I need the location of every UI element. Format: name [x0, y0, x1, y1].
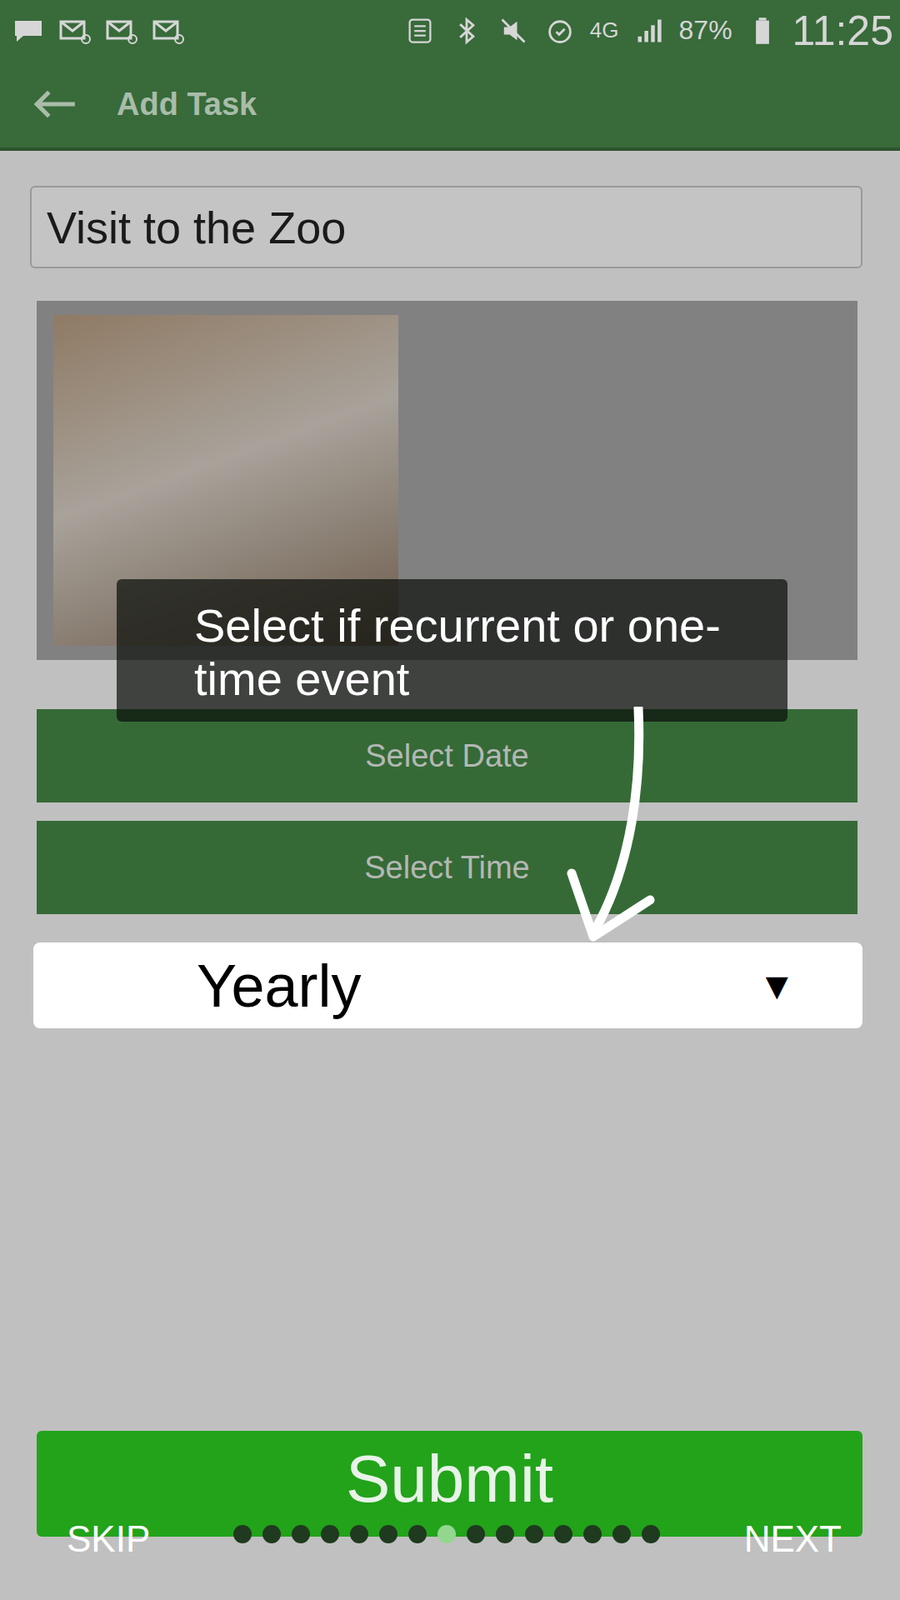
step-dot	[233, 1525, 252, 1544]
step-dot	[291, 1525, 310, 1544]
task-name-field[interactable]: Visit to the Zoo	[30, 185, 863, 269]
tour-navigation: SKIP NEXT	[0, 1510, 900, 1569]
submit-button[interactable]: Submit	[36, 1430, 863, 1537]
step-dot	[408, 1525, 427, 1544]
back-arrow-icon[interactable]	[30, 86, 79, 122]
mail-icon	[151, 15, 185, 46]
mute-icon	[496, 15, 530, 46]
step-dot	[583, 1525, 602, 1544]
repeat-value: Yearly	[196, 951, 361, 1020]
chat-icon	[11, 15, 45, 46]
battery-icon	[745, 15, 780, 46]
alarm-icon	[543, 15, 577, 46]
picker-button[interactable]: Select Date	[36, 709, 858, 803]
app-bar: Add Task	[0, 60, 900, 148]
header: 4G 87% 11:25 Add Task	[0, 0, 900, 151]
dropdown-arrow-icon: ▼	[757, 963, 796, 1009]
mail-icon	[105, 15, 139, 46]
next-button[interactable]: NEXT	[744, 1518, 842, 1560]
screen-title: Add Task	[116, 86, 257, 123]
step-dot	[379, 1525, 398, 1544]
signal-icon	[632, 15, 666, 46]
skip-button[interactable]: SKIP	[66, 1518, 150, 1560]
list-icon	[403, 15, 437, 46]
pointer-arrow-icon	[565, 706, 665, 949]
step-dot	[641, 1525, 660, 1544]
status-bar: 4G 87% 11:25	[0, 0, 900, 61]
mail-icon	[58, 15, 92, 46]
battery-level: 87%	[679, 15, 733, 46]
step-dot	[466, 1525, 485, 1544]
step-dot	[437, 1525, 456, 1544]
step-dot	[525, 1525, 544, 1544]
step-dot	[495, 1525, 515, 1544]
picker-button[interactable]: Select Time	[36, 820, 858, 915]
tutorial-tooltip: Select if recurrent or one-time event	[116, 579, 788, 722]
step-indicator	[233, 1525, 660, 1544]
step-dot	[320, 1525, 340, 1544]
step-dot	[554, 1525, 573, 1544]
step-dot	[262, 1525, 281, 1544]
task-form: Visit to the Zoo Select Date Select Time Ye…	[0, 150, 900, 1600]
bluetooth-icon	[450, 15, 484, 46]
add-task-screen: 4G 87% 11:25 Add Task Visit to the Zoo Select…	[0, 0, 900, 1600]
clock: 11:25	[792, 6, 894, 55]
step-dot	[612, 1525, 631, 1544]
repeat-dropdown[interactable]: Yearly ▼	[33, 942, 863, 1029]
network-type: 4G	[590, 17, 620, 44]
step-dot	[350, 1525, 369, 1544]
